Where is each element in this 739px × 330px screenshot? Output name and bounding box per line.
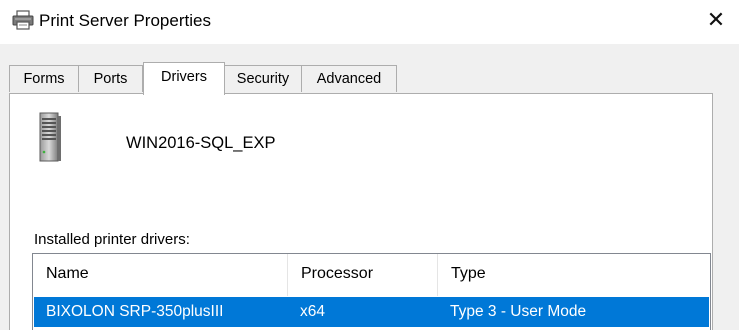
window-title: Print Server Properties [39, 11, 211, 30]
tab-label: Advanced [316, 71, 382, 87]
column-label: Name [46, 265, 89, 282]
server-tower-icon [39, 112, 61, 162]
tab-ports[interactable]: Ports [78, 65, 143, 92]
tab-forms[interactable]: Forms [9, 65, 79, 92]
close-icon: ✕ [706, 7, 726, 32]
column-header-type[interactable]: Type [438, 254, 710, 296]
driver-type-cell: Type 3 - User Mode [450, 303, 587, 320]
tab-label: Ports [93, 71, 128, 87]
tab-label: Drivers [161, 69, 207, 85]
column-header-name[interactable]: Name [33, 254, 288, 296]
driver-processor-cell: x64 [300, 303, 325, 320]
list-header: Name Processor Type [33, 254, 710, 296]
printer-icon [12, 10, 34, 30]
installed-drivers-label: Installed printer drivers: [34, 231, 190, 248]
column-header-processor[interactable]: Processor [288, 254, 438, 296]
close-button[interactable]: ✕ [693, 0, 739, 42]
tab-label: Forms [23, 71, 65, 87]
tab-security[interactable]: Security [224, 65, 302, 92]
drivers-list[interactable]: Name Processor Type BIXOLON SRP-350plusI… [32, 253, 711, 330]
column-label: Type [451, 265, 486, 282]
title-bar: Print Server Properties ✕ [0, 0, 739, 44]
column-label: Processor [301, 265, 374, 282]
server-name: WIN2016-SQL_EXP [126, 134, 276, 152]
driver-name-cell: BIXOLON SRP-350plusIII [46, 303, 224, 320]
tab-label: Security [236, 71, 290, 87]
tab-drivers[interactable]: Drivers [143, 62, 225, 95]
tab-advanced[interactable]: Advanced [301, 65, 397, 92]
driver-row-selected[interactable]: BIXOLON SRP-350plusIII x64 Type 3 - User… [34, 297, 709, 327]
